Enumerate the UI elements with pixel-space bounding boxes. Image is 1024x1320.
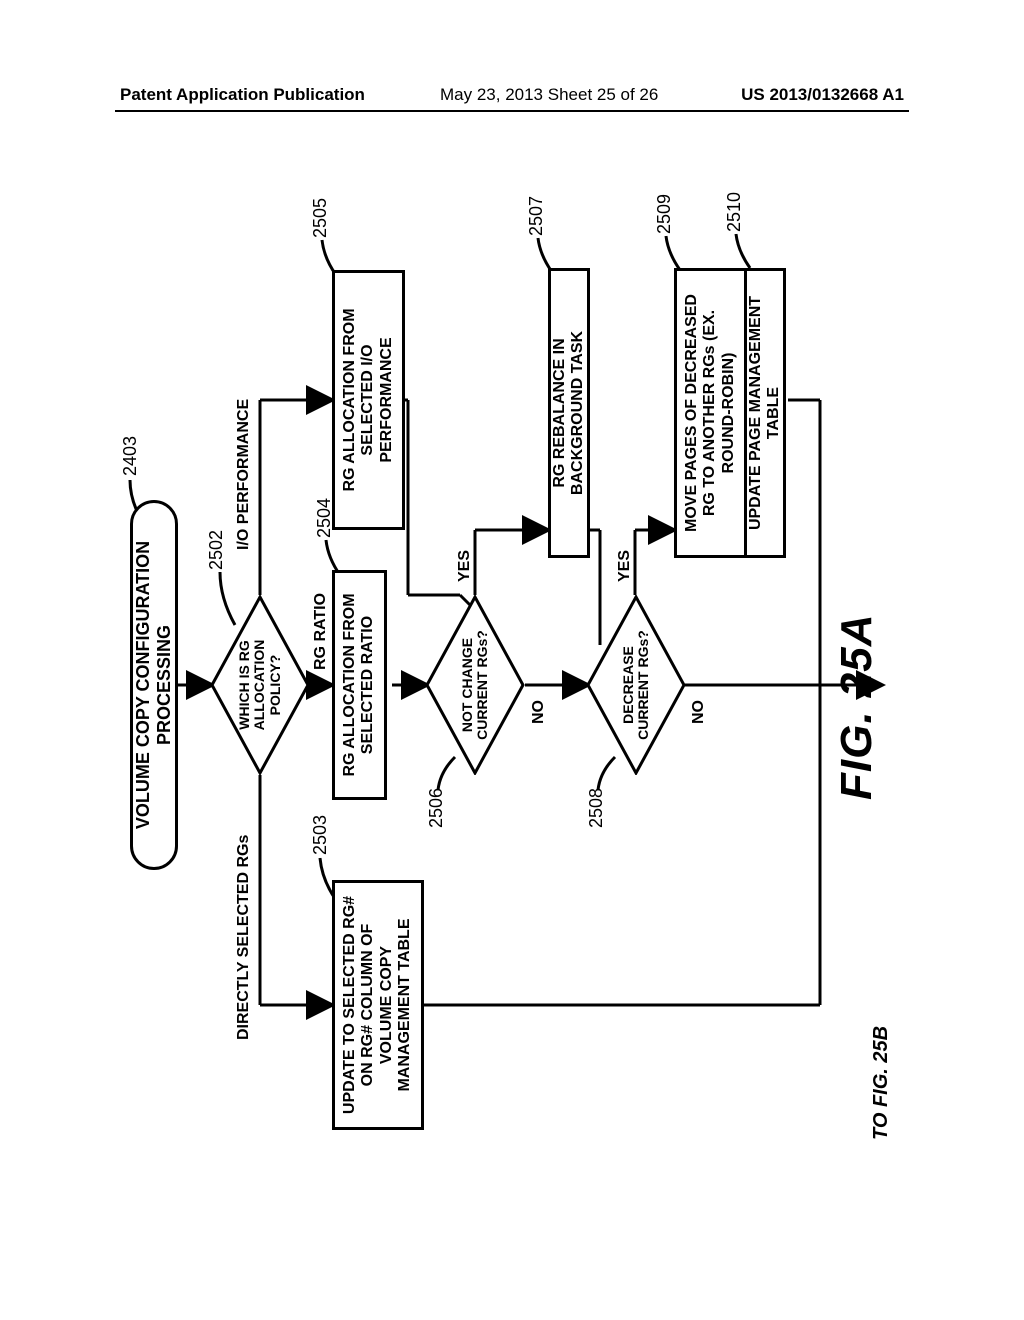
header-right: US 2013/0132668 A1 <box>741 85 904 105</box>
decision-2506-no: NO <box>530 700 548 724</box>
decision-allocation-policy: WHICH IS RG ALLOCATION POLICY? <box>210 595 310 775</box>
ref-2503: 2503 <box>310 815 331 855</box>
ref-2502: 2502 <box>206 530 227 570</box>
ref-2403: 2403 <box>120 436 141 476</box>
process-2505: RG ALLOCATION FROM SELECTED I/O PERFORMA… <box>332 270 405 530</box>
ref-2510: 2510 <box>724 192 745 232</box>
branch-label-right: I/O PERFORMANCE <box>235 399 253 550</box>
ref-2507: 2507 <box>526 196 547 236</box>
decision-2502-text: WHICH IS RG ALLOCATION POLICY? <box>210 595 310 775</box>
ref-2505: 2505 <box>310 198 331 238</box>
figure-area: VOLUME COPY CONFIGURATION PROCESSING 240… <box>120 200 900 1170</box>
header-middle: May 23, 2013 Sheet 25 of 26 <box>440 85 658 105</box>
ref-2509: 2509 <box>654 194 675 234</box>
process-2507: RG REBALANCE IN BACKGROUND TASK <box>548 268 590 558</box>
flowchart-rotated: VOLUME COPY CONFIGURATION PROCESSING 240… <box>120 200 900 1170</box>
header-left: Patent Application Publication <box>120 85 365 105</box>
branch-label-left: DIRECTLY SELECTED RGs <box>235 835 253 1040</box>
figure-caption: FIG. 25A <box>832 614 882 801</box>
ref-2508: 2508 <box>586 788 607 828</box>
decision-not-change: NOT CHANGE CURRENT RGs? <box>425 595 525 775</box>
decision-decrease: DECREASE CURRENT RGs? <box>586 595 686 775</box>
page: Patent Application Publication May 23, 2… <box>0 0 1024 1320</box>
decision-2508-text: DECREASE CURRENT RGs? <box>586 595 686 775</box>
decision-2508-yes: YES <box>616 550 634 582</box>
process-2503: UPDATE TO SELECTED RG# ON RG# COLUMN OF … <box>332 880 424 1130</box>
decision-2506-text: NOT CHANGE CURRENT RGs? <box>425 595 525 775</box>
header-rule <box>115 110 909 112</box>
decision-2506-yes: YES <box>456 550 474 582</box>
ref-2506: 2506 <box>426 788 447 828</box>
process-2509: MOVE PAGES OF DECREASED RG TO ANOTHER RG… <box>674 268 747 558</box>
continued-to-label: TO FIG. 25B <box>870 1026 893 1140</box>
decision-2508-no: NO <box>690 700 708 724</box>
process-2504: RG ALLOCATION FROM SELECTED RATIO <box>332 570 387 800</box>
branch-label-mid: RG RATIO <box>312 593 330 670</box>
process-2510: UPDATE PAGE MANAGEMENT TABLE <box>744 268 786 558</box>
start-terminator: VOLUME COPY CONFIGURATION PROCESSING <box>130 500 178 870</box>
